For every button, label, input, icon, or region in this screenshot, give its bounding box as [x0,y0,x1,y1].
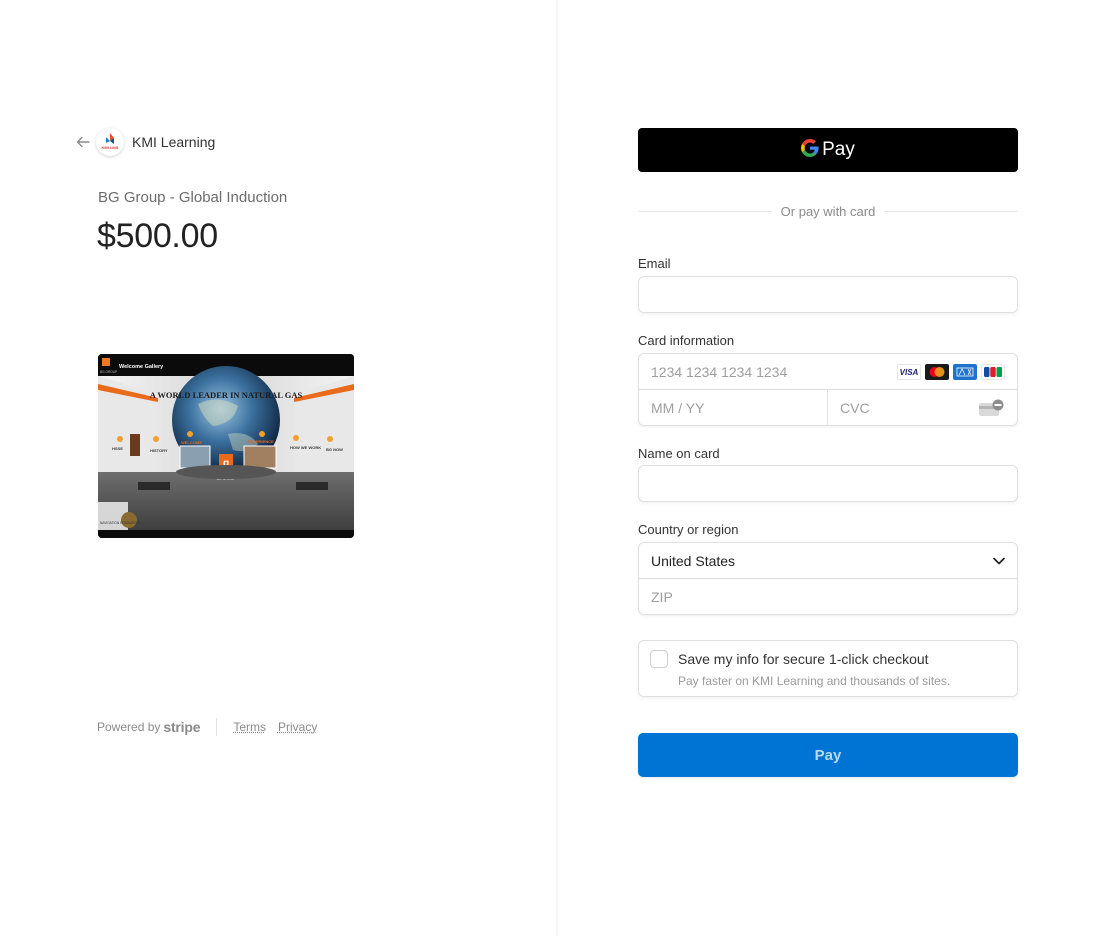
stripe-logo: stripe [163,719,201,735]
footer-divider [216,718,218,736]
banner-text: A WORLD LEADER IN NATURAL GAS [150,390,303,400]
name-on-card-input[interactable] [639,466,1017,501]
visa-icon: VISA [897,364,921,380]
product-image: Welcome Gallery BG GROUP A WORLD LEADER … [98,354,354,538]
panel-history: HISTORY [150,448,168,453]
or-line-right [884,211,1018,212]
panel-bg-now: BG NOW [326,447,343,452]
save-info-box: Save my info for secure 1-click checkout… [638,640,1018,697]
privacy-link[interactable]: Privacy [278,720,317,734]
google-g-icon [801,138,819,162]
product-name: BG Group - Global Induction [98,189,288,206]
card-info-label: Card information [638,333,735,348]
order-summary-panel: KMI LMS KMI Learning BG Group - Global I… [0,0,557,936]
merchant-logo: KMI LMS [96,128,124,156]
jcb-icon [981,364,1005,380]
or-divider: Or pay with card [638,204,1018,219]
country-value: United States [651,552,736,569]
product-price: $500.00 [97,217,218,255]
panel-welcome: WELCOME [181,440,202,445]
merchant-name: KMI Learning [132,134,216,150]
expiry-cell [639,390,828,426]
card-number-input[interactable] [639,354,879,389]
card-info-group: VISA [638,353,1018,426]
email-field[interactable] [639,277,1017,312]
email-label: Email [638,256,671,271]
powered-by[interactable]: Powered by stripe [97,719,201,735]
or-line-left [638,211,772,212]
card-brands: VISA [897,364,1005,380]
save-info-subtitle: Pay faster on KMI Learning and thousands… [678,674,951,688]
card-expiry-cvc-row [639,390,1017,426]
card-cvc-input[interactable] [828,390,978,426]
name-field-wrapper [638,465,1018,502]
google-pay-button[interactable]: Pay [638,128,1018,172]
name-on-card-label: Name on card [638,446,720,461]
checkout-footer: Powered by stripe Terms Privacy [97,718,329,736]
email-field-wrapper [638,276,1018,313]
merchant-header: KMI LMS KMI Learning [76,128,215,156]
nav-resources-label: NAVIGATION RESOURCES [100,521,140,525]
card-expiry-input[interactable] [639,390,827,426]
country-label: Country or region [638,522,739,537]
back-arrow-icon[interactable] [76,134,92,150]
card-number-row: VISA [639,354,1017,390]
powered-by-text: Powered by [97,720,161,734]
zip-input[interactable] [639,579,1017,615]
gallery-label: Welcome Gallery [119,364,164,370]
visa-label: VISA [899,367,919,377]
country-select[interactable]: United States [639,543,1017,579]
terms-link[interactable]: Terms [233,720,266,734]
cvc-cell [828,390,1017,426]
svg-text:KMI LMS: KMI LMS [102,145,119,150]
panel-hsse: HSSE [112,446,123,451]
pay-button[interactable]: Pay [638,733,1018,777]
chevron-down-icon [993,552,1005,570]
panel-how-we-work: HOW WE WORK [290,445,321,450]
save-info-title: Save my info for secure 1-click checkout [678,651,929,667]
or-divider-text: Or pay with card [780,204,876,219]
country-group: United States [638,542,1018,615]
brand-short: BG GROUP [100,370,117,374]
amex-icon [953,364,977,380]
save-info-checkbox[interactable] [650,650,668,668]
cvc-card-icon [978,399,1004,422]
google-pay-label: Pay [822,139,855,160]
zip-row [639,579,1017,615]
mastercard-icon [925,364,949,380]
panel-experience: EXPERIENCE [248,439,274,444]
